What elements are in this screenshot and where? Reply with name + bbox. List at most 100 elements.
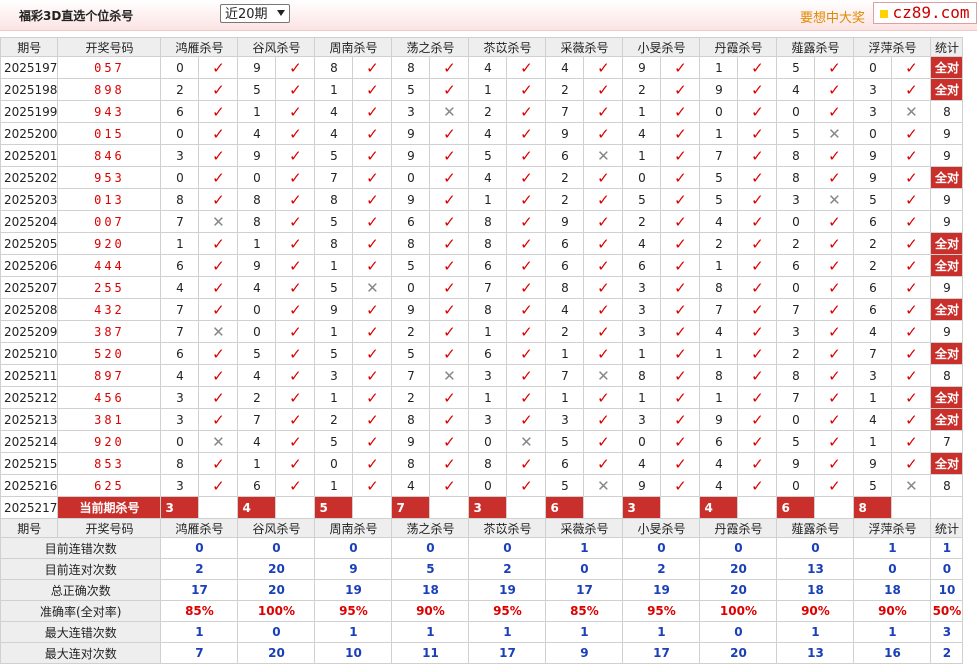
check-icon: ✓ bbox=[198, 144, 239, 167]
cross-icon: ✕ bbox=[506, 430, 547, 453]
check-icon: ✓ bbox=[583, 320, 624, 343]
kill-number-cell: 6 bbox=[468, 342, 508, 365]
kill-number-cell: 5 bbox=[545, 430, 585, 453]
check-icon: ✓ bbox=[814, 320, 855, 343]
summary-value: 13 bbox=[776, 558, 855, 580]
winning-number-cell: 057 bbox=[57, 56, 162, 79]
kill-number-cell: 0 bbox=[853, 56, 893, 79]
kill-number-cell: 3 bbox=[853, 100, 893, 123]
check-icon: ✓ bbox=[275, 342, 316, 365]
check-icon: ✓ bbox=[891, 166, 932, 189]
kill-number-cell: 4 bbox=[468, 56, 508, 79]
col-winning-header: 开奖号码 bbox=[57, 37, 162, 57]
check-icon: ✓ bbox=[352, 386, 393, 409]
period-cell: 2025212 bbox=[0, 386, 59, 409]
kill-number-cell: 0 bbox=[391, 166, 431, 189]
stat-cell: 7 bbox=[930, 430, 964, 453]
site-logo[interactable]: cz89.com bbox=[873, 2, 977, 24]
summary-value: 20 bbox=[699, 579, 778, 601]
kill-number-cell: 1 bbox=[468, 386, 508, 409]
kill-number-cell: 8 bbox=[314, 56, 354, 79]
check-icon: ✓ bbox=[814, 56, 855, 79]
col-expert-header: 薤露杀号 bbox=[776, 518, 855, 538]
current-kill-number: 6 bbox=[545, 496, 585, 519]
kill-number-cell: 6 bbox=[160, 254, 200, 277]
check-icon: ✓ bbox=[660, 342, 701, 365]
summary-total: 1 bbox=[930, 537, 964, 559]
kill-number-cell: 9 bbox=[853, 166, 893, 189]
summary-value: 17 bbox=[545, 579, 624, 601]
summary-value: 100% bbox=[237, 600, 316, 622]
stat-cell: 9 bbox=[930, 276, 964, 299]
summary-value: 2 bbox=[468, 558, 547, 580]
kill-number-cell: 6 bbox=[545, 452, 585, 475]
period-cell: 2025205 bbox=[0, 232, 59, 255]
kill-number-cell: 5 bbox=[314, 144, 354, 167]
kill-number-cell: 2 bbox=[853, 232, 893, 255]
period-cell: 2025204 bbox=[0, 210, 59, 233]
summary-label: 总正确次数 bbox=[0, 579, 162, 601]
check-icon: ✓ bbox=[275, 452, 316, 475]
kill-number-cell: 7 bbox=[776, 298, 816, 321]
table-row: 2025213 381 3 ✓ 7 ✓ 2 ✓ 8 ✓ 3 ✓ 3 ✓ 3 ✓ 9 ✓ 0 ✓ 4 ✓ 全对 bbox=[0, 408, 964, 431]
check-icon: ✓ bbox=[352, 430, 393, 453]
summary-label: 目前连错次数 bbox=[0, 537, 162, 559]
cross-icon: ✕ bbox=[891, 100, 932, 123]
kill-number-cell: 7 bbox=[545, 364, 585, 387]
winning-number-cell: 625 bbox=[57, 474, 162, 497]
kill-number-cell: 6 bbox=[853, 298, 893, 321]
kill-number-cell: 3 bbox=[776, 320, 816, 343]
kill-number-cell: 1 bbox=[699, 254, 739, 277]
kill-number-cell: 2 bbox=[391, 386, 431, 409]
check-icon: ✓ bbox=[429, 474, 470, 497]
summary-value: 90% bbox=[391, 600, 470, 622]
kill-number-cell: 4 bbox=[160, 364, 200, 387]
summary-value: 17 bbox=[468, 642, 547, 664]
summary-value: 90% bbox=[853, 600, 932, 622]
check-icon: ✓ bbox=[275, 474, 316, 497]
check-icon: ✓ bbox=[198, 78, 239, 101]
period-cell: 2025215 bbox=[0, 452, 59, 475]
cross-icon: ✕ bbox=[429, 100, 470, 123]
kill-number-cell: 1 bbox=[237, 232, 277, 255]
check-icon: ✓ bbox=[198, 298, 239, 321]
check-icon: ✓ bbox=[275, 430, 316, 453]
summary-value: 1 bbox=[468, 621, 547, 643]
stat-cell: 9 bbox=[930, 188, 964, 211]
check-icon: ✓ bbox=[660, 254, 701, 277]
winning-number-cell: 520 bbox=[57, 342, 162, 365]
check-icon: ✓ bbox=[352, 144, 393, 167]
check-icon: ✓ bbox=[814, 408, 855, 431]
col-expert-header: 薤露杀号 bbox=[776, 37, 855, 57]
summary-value: 1 bbox=[853, 537, 932, 559]
stat-cell: 全对 bbox=[930, 408, 964, 431]
top-bar: 福彩3D直选个位杀号 近20期 要想中大奖 cz89.com bbox=[0, 0, 977, 31]
col-expert-header: 鸿雁杀号 bbox=[160, 37, 239, 57]
period-cell: 2025197 bbox=[0, 56, 59, 79]
check-icon: ✓ bbox=[506, 342, 547, 365]
kill-number-cell: 9 bbox=[699, 78, 739, 101]
col-expert-header: 周南杀号 bbox=[314, 37, 393, 57]
kill-number-cell: 1 bbox=[853, 430, 893, 453]
kill-number-cell: 9 bbox=[391, 430, 431, 453]
kill-number-cell: 4 bbox=[468, 122, 508, 145]
kill-number-cell: 5 bbox=[314, 210, 354, 233]
kill-number-cell: 8 bbox=[314, 232, 354, 255]
check-icon: ✓ bbox=[198, 188, 239, 211]
summary-value: 0 bbox=[699, 621, 778, 643]
summary-value: 90% bbox=[776, 600, 855, 622]
check-icon: ✓ bbox=[737, 474, 778, 497]
kill-number-cell: 2 bbox=[853, 254, 893, 277]
kill-number-cell: 3 bbox=[622, 408, 662, 431]
kill-number-cell: 3 bbox=[314, 364, 354, 387]
period-select[interactable]: 近20期 bbox=[220, 4, 290, 23]
winning-number-cell: 381 bbox=[57, 408, 162, 431]
check-icon: ✓ bbox=[198, 166, 239, 189]
summary-value: 16 bbox=[853, 642, 932, 664]
logo-text: cz89.com bbox=[892, 3, 970, 22]
check-icon: ✓ bbox=[429, 254, 470, 277]
stat-cell: 全对 bbox=[930, 78, 964, 101]
check-icon: ✓ bbox=[198, 452, 239, 475]
summary-value: 0 bbox=[160, 537, 239, 559]
kill-number-cell: 6 bbox=[853, 276, 893, 299]
